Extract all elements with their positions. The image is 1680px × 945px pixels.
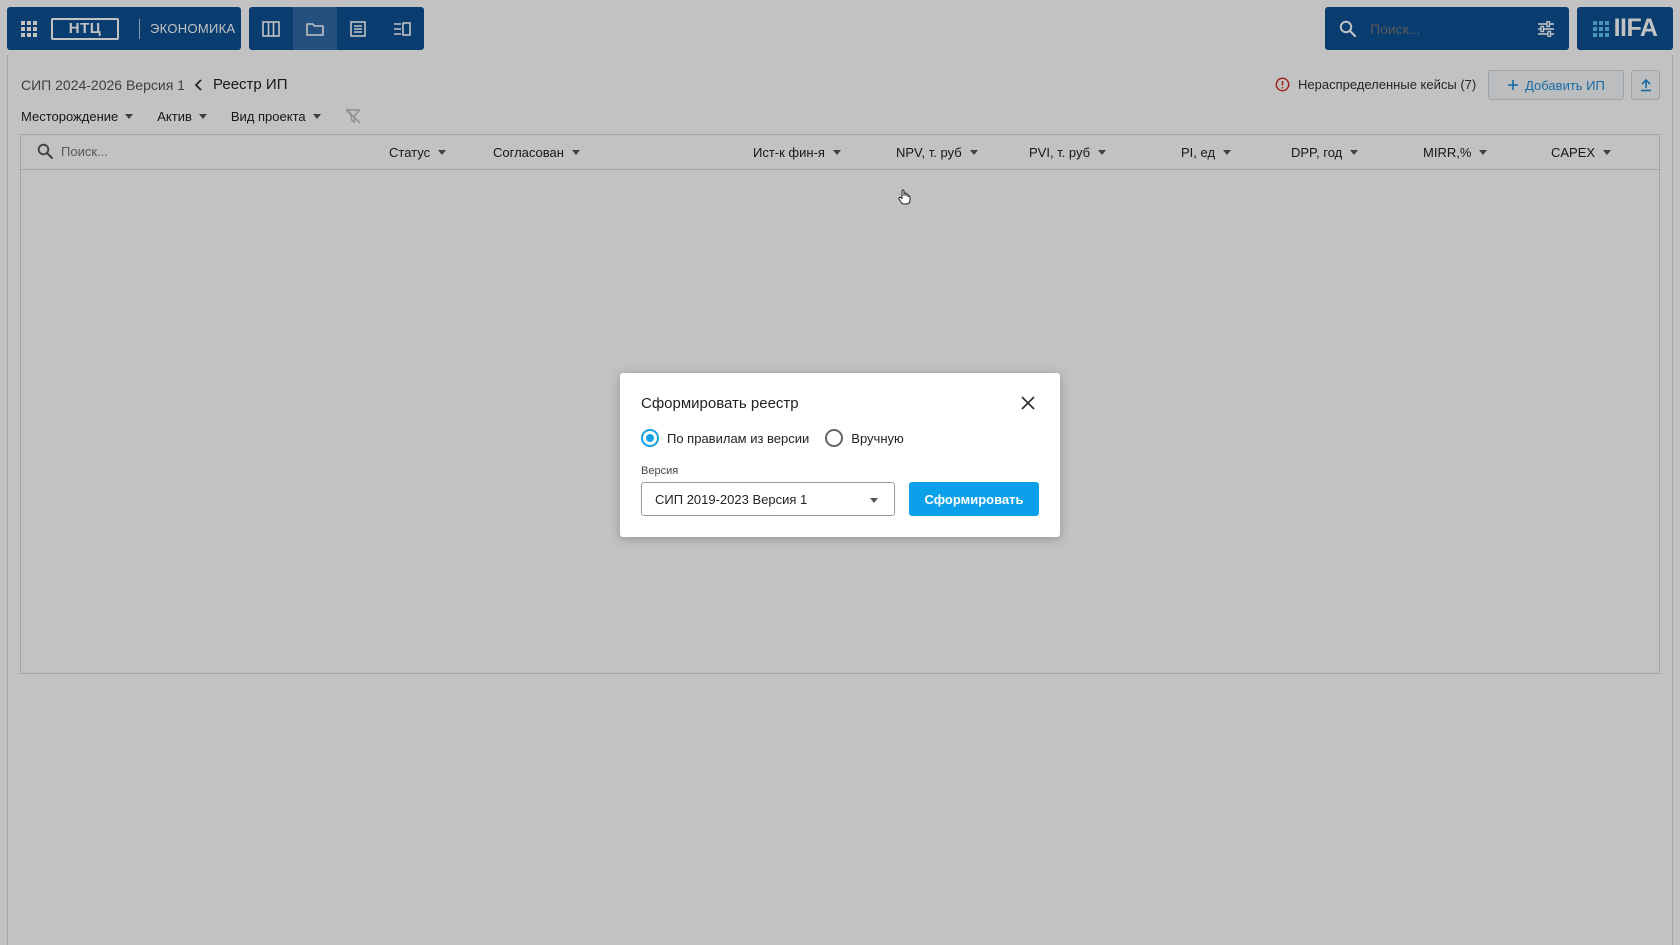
generate-button[interactable]: Сформировать xyxy=(909,482,1039,516)
radio-label: По правилам из версии xyxy=(667,430,810,446)
version-field-label: Версия xyxy=(641,465,679,477)
radio-unchecked-icon xyxy=(825,429,844,447)
radio-checked-icon xyxy=(641,429,659,447)
dialog-title: Сформировать реестр xyxy=(641,395,799,412)
radio-manual[interactable]: Вручную xyxy=(825,429,904,447)
app-root: НТЦ ЭКОНОМИКА IIFA СИП 2024-2026 Версия … xyxy=(0,0,1680,945)
version-select-value: СИП 2019-2023 Версия 1 xyxy=(655,491,808,507)
radio-label: Вручную xyxy=(851,430,904,446)
close-icon xyxy=(1021,396,1035,410)
mode-radio-group: По правилам из версии Вручную xyxy=(641,429,920,447)
generate-registry-dialog: Сформировать реестр По правилам из верси… xyxy=(620,373,1060,537)
hand-cursor-icon xyxy=(898,189,911,205)
version-select[interactable]: СИП 2019-2023 Версия 1 xyxy=(641,482,895,516)
close-button[interactable] xyxy=(1018,393,1038,413)
radio-by-version-rules[interactable]: По правилам из версии xyxy=(641,429,809,447)
caret-down-icon xyxy=(870,498,878,503)
